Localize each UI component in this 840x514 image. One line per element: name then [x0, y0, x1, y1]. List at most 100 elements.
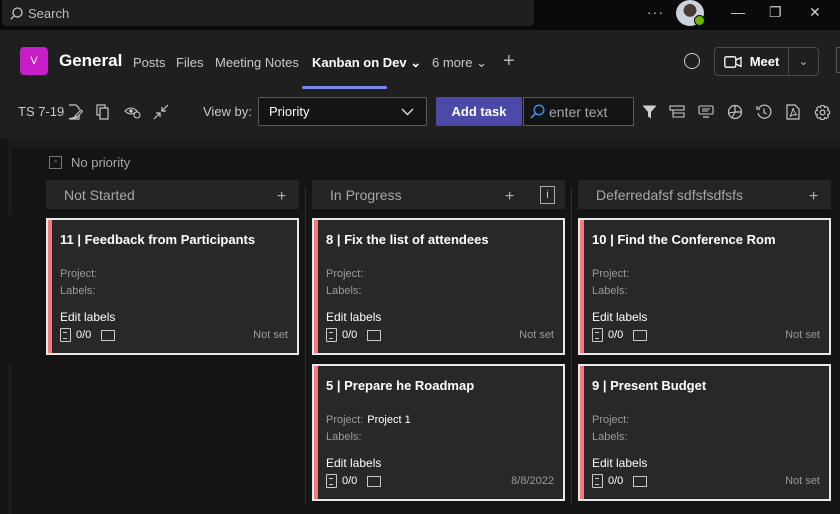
active-tab-indicator [302, 86, 387, 89]
card-title: 10 | Find the Conference Rom [592, 232, 776, 247]
filter-icon[interactable] [640, 103, 658, 121]
add-card-button[interactable]: + [809, 188, 818, 206]
checklist-icon [326, 328, 337, 342]
due-date: Not set [785, 329, 820, 341]
view-by-select[interactable]: Priority [258, 97, 427, 126]
swimlane-layout-icon[interactable] [668, 103, 686, 121]
column-header-deferred: Deferredafsf sdfsfsdfsfs [578, 180, 831, 209]
minimize-button[interactable]: — [731, 4, 745, 20]
info-icon[interactable]: i [540, 186, 555, 204]
checklist-count: 0/0 [342, 329, 358, 341]
due-date: 8/8/2022 [511, 475, 554, 487]
more-options-button[interactable]: ··· [647, 4, 664, 20]
due-date: Not set [253, 329, 288, 341]
chart-report-icon[interactable] [726, 103, 744, 121]
task-card[interactable]: 10 | Find the Conference Rom Project: La… [578, 218, 831, 355]
card-footer: 0/0 [60, 328, 116, 342]
copy-icon[interactable] [94, 103, 112, 121]
card-project: Project: [592, 268, 630, 280]
task-card[interactable]: 9 | Present Budget Project: Labels: Edit… [578, 364, 831, 501]
comment-icon[interactable] [367, 475, 382, 487]
checklist-count: 0/0 [342, 475, 358, 487]
meet-dropdown-button[interactable]: ⌄ [789, 48, 818, 75]
column-divider [305, 187, 306, 505]
export-pdf-icon[interactable] [784, 103, 802, 121]
add-card-button[interactable]: + [505, 188, 514, 206]
column-divider [571, 187, 572, 505]
tab-meeting-notes[interactable]: Meeting Notes [215, 55, 299, 70]
filter-text-input[interactable]: enter text [523, 97, 634, 126]
checklist-icon [326, 474, 337, 488]
due-date: Not set [519, 329, 554, 341]
search-icon [10, 6, 23, 20]
comment-icon[interactable] [367, 329, 382, 341]
edit-labels-link[interactable]: Edit labels [592, 310, 647, 324]
card-project: Project: Project 1 [326, 414, 411, 426]
task-card[interactable]: 8 | Fix the list of attendees Project: L… [312, 218, 565, 355]
view-by-label: View by: [203, 104, 252, 119]
card-footer: 0/0 [326, 474, 382, 488]
edit-labels-link[interactable]: Edit labels [326, 456, 381, 470]
card-labels: Labels: [60, 285, 96, 297]
add-tab-button[interactable]: + [503, 50, 515, 73]
edit-labels-link[interactable]: Edit labels [592, 456, 647, 470]
checklist-icon [60, 328, 71, 342]
visibility-settings-icon[interactable] [123, 103, 141, 121]
add-task-button[interactable]: Add task [436, 97, 522, 126]
chevron-down-icon [401, 108, 414, 115]
task-card[interactable]: 11 | Feedback from Participants Project:… [46, 218, 299, 355]
tab-files[interactable]: Files [176, 55, 203, 70]
card-title: 9 | Present Budget [592, 378, 707, 393]
close-button[interactable]: ✕ [809, 4, 821, 21]
column-title: In Progress [330, 186, 402, 203]
team-avatar: V [20, 47, 48, 75]
meet-button[interactable]: Meet [715, 48, 789, 75]
checklist-count: 0/0 [608, 475, 624, 487]
collapse-icon[interactable] [152, 103, 170, 121]
settings-gear-icon[interactable] [813, 103, 831, 121]
panel-edge [836, 47, 840, 73]
comment-icon[interactable] [633, 475, 648, 487]
add-card-button[interactable]: + [277, 188, 286, 206]
tab-kanban-on-dev[interactable]: Kanban on Dev ⌄ [312, 55, 421, 71]
card-title: 11 | Feedback from Participants [60, 232, 256, 247]
filter-placeholder: enter text [549, 103, 608, 120]
card-footer: 0/0 [326, 328, 382, 342]
card-view-icon[interactable] [697, 103, 715, 121]
tab-more[interactable]: 6 more ⌄ [432, 55, 487, 71]
channel-name: General [59, 51, 123, 70]
history-icon[interactable] [755, 103, 773, 121]
checklist-icon [592, 328, 603, 342]
comment-icon[interactable] [101, 329, 116, 341]
edit-board-icon[interactable] [66, 103, 84, 121]
card-labels: Labels: [592, 285, 628, 297]
column-title: Deferredafsf sdfsfsdfsfs [596, 186, 744, 203]
meet-button-group: Meet ⌄ [714, 47, 819, 76]
search-box[interactable]: Search [2, 0, 534, 26]
meet-label: Meet [749, 54, 780, 69]
maximize-button[interactable]: ❐ [769, 4, 782, 21]
checklist-count: 0/0 [608, 329, 624, 341]
card-project: Project: [592, 414, 630, 426]
card-footer: 0/0 [592, 328, 648, 342]
column-header-not-started: Not Started [46, 180, 299, 209]
video-camera-icon [723, 55, 742, 68]
swimlane-label: No priority [71, 155, 131, 170]
search-placeholder: Search [28, 5, 70, 21]
edit-labels-link[interactable]: Edit labels [326, 310, 381, 324]
task-card[interactable]: 5 | Prepare he Roadmap Project: Project 1… [312, 364, 565, 501]
card-title: 5 | Prepare he Roadmap [326, 378, 475, 393]
tab-posts[interactable]: Posts [133, 55, 166, 70]
card-title: 8 | Fix the list of attendees [326, 232, 489, 247]
comment-icon[interactable] [633, 329, 648, 341]
checklist-icon [592, 474, 603, 488]
presence-available-icon [694, 15, 705, 26]
card-labels: Labels: [326, 431, 362, 443]
edit-labels-link[interactable]: Edit labels [60, 310, 115, 324]
card-project: Project: [60, 268, 98, 280]
search-icon [530, 104, 545, 119]
column-header-in-progress: In Progress [312, 180, 565, 209]
swimlane-collapse-toggle[interactable]: - [49, 156, 62, 169]
card-labels: Labels: [592, 431, 628, 443]
conversation-icon[interactable] [684, 53, 700, 69]
